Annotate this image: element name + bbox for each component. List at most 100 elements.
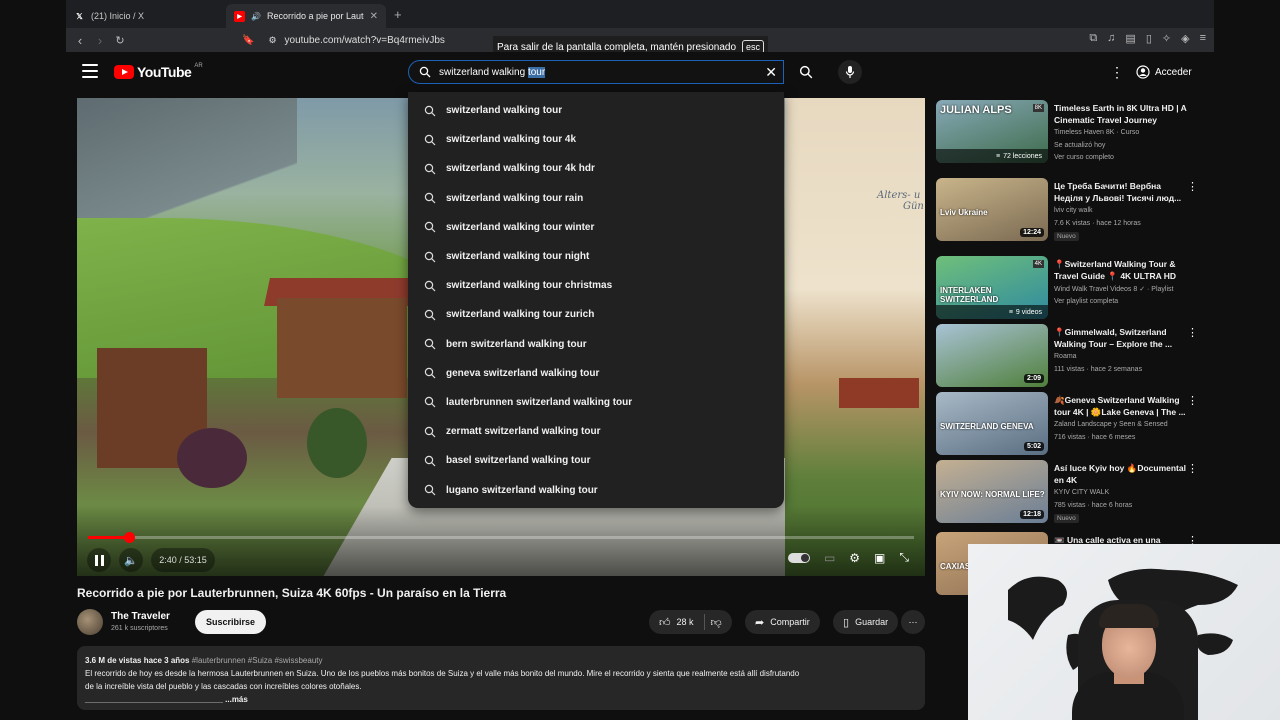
more-options-icon[interactable]: ⋮ [1187, 326, 1198, 339]
new-tab-button[interactable]: + [394, 7, 402, 22]
thumbs-down-icon[interactable]: 👎︎ [711, 616, 722, 629]
recommended-video[interactable]: JULIAN ALPS 8K ≡ 72 lecciones Timeless Earth… [936, 100, 1206, 164]
search-suggestion[interactable]: switzerland walking tour [408, 96, 784, 125]
show-more-link[interactable]: _______________________________ ...más [85, 693, 917, 706]
player-controls: 🔈 2:40 / 53:15 ▭ ⚙ ▣ ⤡ [77, 548, 925, 572]
music-icon[interactable]: ♫ [1107, 32, 1115, 45]
tab-x-home[interactable]: 𝕏 (21) Inicio / X [66, 4, 226, 28]
voice-search-button[interactable] [838, 60, 862, 84]
recommended-title[interactable]: 📍Gimmelwald, Switzerland Walking Tour – … [1054, 326, 1190, 350]
search-input[interactable]: switzerland walking tour ✕ [408, 60, 784, 84]
puzzle-icon[interactable]: ✧ [1162, 32, 1171, 45]
recommended-channel[interactable]: Roama [1054, 353, 1077, 360]
video-thumbnail[interactable]: SWITZERLAND GENEVA 5:02 [936, 392, 1048, 455]
recommended-title[interactable]: 📍Switzerland Walking Tour & Travel Guide… [1054, 258, 1190, 282]
suggestion-text: switzerland walking tour winter [446, 222, 594, 233]
subscribe-button[interactable]: Suscribirse [195, 610, 267, 634]
recommended-title[interactable]: 🍂Geneva Switzerland Walking tour 4K | 🌼L… [1054, 394, 1190, 418]
suggestion-text: switzerland walking tour 4k hdr [446, 163, 595, 174]
clear-search-icon[interactable]: ✕ [765, 64, 777, 81]
settings-gear-icon[interactable]: ⚙ [849, 551, 860, 565]
video-thumbnail[interactable]: INTERLAKEN SWITZERLAND 4K ≡ 9 videos [936, 256, 1048, 319]
sidebar-icon[interactable]: ▯ [1146, 32, 1152, 45]
recommended-video[interactable]: KYIV NOW: NORMAL LIFE? 12:18 Así luce Kyiv… [936, 460, 1206, 524]
search-suggestion[interactable]: lugano switzerland walking tour [408, 475, 784, 504]
close-tab-icon[interactable]: ✕ [370, 11, 378, 22]
video-thumbnail[interactable]: JULIAN ALPS 8K ≡ 72 lecciones [936, 100, 1048, 163]
channel-avatar[interactable] [77, 609, 103, 635]
search-suggestion[interactable]: switzerland walking tour christmas [408, 271, 784, 300]
search-suggestion[interactable]: switzerland walking tour 4k [408, 125, 784, 154]
search-suggestion[interactable]: switzerland walking tour zurich [408, 300, 784, 329]
recommended-video[interactable]: Lviv Ukraine 12:24 Це Треба Бачити! Вербна… [936, 178, 1206, 242]
recommended-channel[interactable]: Zaland Landscape y Seen & Sensed [1054, 421, 1168, 428]
reading-list-icon[interactable]: ▤ [1125, 32, 1135, 45]
search-suggestion[interactable]: zermatt switzerland walking tour [408, 417, 784, 446]
pause-icon [94, 554, 104, 566]
forward-icon[interactable]: › [90, 33, 110, 48]
video-thumbnail[interactable]: KYIV NOW: NORMAL LIFE? 12:18 [936, 460, 1048, 523]
share-button[interactable]: ➦ Compartir [745, 610, 820, 634]
view-full-course-link[interactable]: Ver curso completo [1054, 154, 1114, 161]
recommended-channel[interactable]: lviv city walk [1054, 207, 1093, 214]
tab-label: (21) Inicio / X [91, 11, 145, 21]
suggestion-text: switzerland walking tour 4k [446, 134, 576, 145]
vpn-icon[interactable]: ◈ [1181, 32, 1189, 45]
search-suggestion[interactable]: switzerland walking tour night [408, 242, 784, 271]
youtube-logo[interactable]: YouTube AR [114, 63, 203, 80]
pause-button[interactable] [87, 548, 111, 572]
search-icon [424, 192, 436, 204]
browser-menu-icon[interactable]: ≡ [1200, 32, 1206, 45]
recommended-channel[interactable]: Wind Walk Travel Videos 8 ✓ · Playlist [1054, 285, 1173, 293]
like-button[interactable]: 👍︎ 28 k 👎︎ [649, 610, 732, 634]
recommended-video[interactable]: 2:09 📍Gimmelwald, Switzerland Walking Tou… [936, 324, 1206, 388]
video-frame-bush [307, 408, 367, 478]
search-button[interactable] [786, 60, 826, 84]
description-box[interactable]: 3.6 M de vistas hace 3 años #lauterbrunn… [77, 646, 925, 710]
hamburger-menu-icon[interactable] [82, 64, 98, 78]
tab-youtube-video[interactable]: ▶ 🔊 Recorrido a pie por Lauterb ✕ [226, 4, 386, 28]
more-options-icon[interactable]: ⋮ [1187, 462, 1198, 475]
playlist-count-badge: ≡ 9 videos [936, 305, 1048, 319]
save-playlist-icon: ▯ [843, 616, 850, 629]
video-owner-row: The Traveler 261 k suscriptores Suscribi… [77, 609, 925, 635]
search-suggestion[interactable]: geneva switzerland walking tour [408, 359, 784, 388]
recommended-title[interactable]: Timeless Earth in 8K Ultra HD | A Cinema… [1054, 102, 1190, 126]
back-icon[interactable]: ‹ [70, 33, 90, 48]
search-selected-text: tour [527, 66, 546, 78]
hashtags[interactable]: #lauterbrunnen #Suiza #swissbeauty [192, 656, 323, 665]
reload-icon[interactable]: ↻ [110, 34, 130, 47]
settings-more-icon[interactable]: ⋮ [1110, 64, 1124, 81]
search-suggestion[interactable]: switzerland walking tour winter [408, 213, 784, 242]
more-options-icon[interactable]: ⋮ [1187, 394, 1198, 407]
speaker-icon: 🔊 [251, 11, 261, 21]
video-thumbnail[interactable]: Lviv Ukraine 12:24 [936, 178, 1048, 241]
sign-in-button[interactable]: Acceder [1136, 61, 1192, 83]
search-suggestion[interactable]: switzerland walking tour rain [408, 184, 784, 213]
recommended-channel[interactable]: KYIV CITY WALK [1054, 489, 1109, 496]
recommended-video[interactable]: INTERLAKEN SWITZERLAND 4K ≡ 9 videos 📍Switze… [936, 256, 1206, 320]
suggestion-text: switzerland walking tour night [446, 251, 589, 262]
extensions-icon[interactable]: ⧉ [1089, 32, 1097, 45]
video-thumbnail[interactable]: 2:09 [936, 324, 1048, 387]
channel-name[interactable]: The Traveler [111, 611, 170, 622]
recommended-title[interactable]: Así luce Kyiv hoy 🔥Documental en 4K [1054, 462, 1190, 486]
search-suggestion[interactable]: bern switzerland walking tour [408, 330, 784, 359]
site-info-icon[interactable]: ⚙ [268, 35, 276, 46]
subtitles-icon[interactable]: ▭ [824, 551, 835, 565]
search-suggestion[interactable]: lauterbrunnen switzerland walking tour [408, 388, 784, 417]
fullscreen-exit-icon[interactable]: ⤡ [899, 550, 909, 565]
search-suggestion[interactable]: switzerland walking tour 4k hdr [408, 154, 784, 183]
bookmark-icon[interactable]: 🔖 [242, 35, 254, 46]
recommended-channel[interactable]: Timeless Haven 8K · Curso [1054, 129, 1139, 136]
recommended-title[interactable]: Це Треба Бачити! Вербна Неділя у Львові!… [1054, 180, 1190, 204]
more-actions-button[interactable]: ⋯ [901, 610, 925, 634]
save-button[interactable]: ▯ Guardar [833, 610, 899, 634]
miniplayer-icon[interactable]: ▣ [874, 551, 885, 565]
more-options-icon[interactable]: ⋮ [1187, 180, 1198, 193]
volume-button[interactable]: 🔈 [119, 548, 143, 572]
search-suggestion[interactable]: basel switzerland walking tour [408, 446, 784, 475]
progress-bar[interactable] [88, 532, 914, 543]
autoplay-toggle[interactable] [787, 552, 810, 563]
recommended-video[interactable]: SWITZERLAND GENEVA 5:02 🍂Geneva Switzerlan… [936, 392, 1206, 456]
